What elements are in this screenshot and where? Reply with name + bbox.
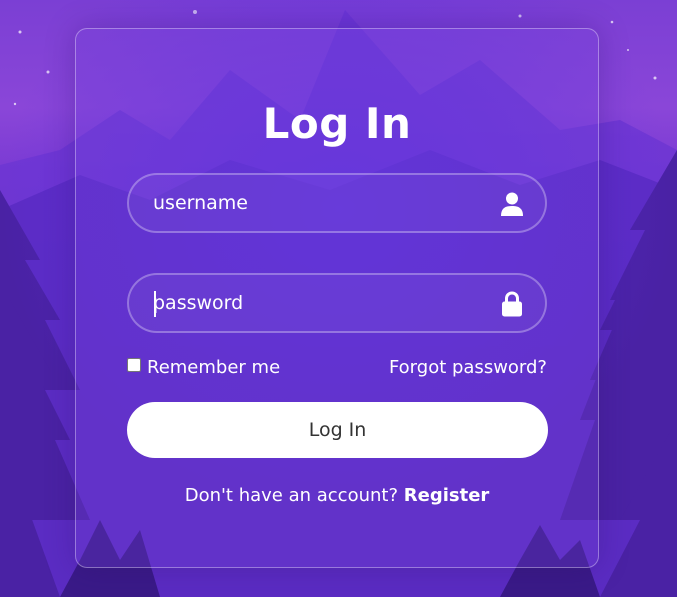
login-button[interactable]: Log In: [127, 402, 548, 458]
lock-icon: [502, 291, 522, 317]
user-icon: [501, 192, 523, 216]
remember-label: Remember me: [147, 357, 281, 378]
username-field-wrapper: [127, 173, 547, 233]
username-input[interactable]: [153, 175, 483, 231]
password-field-wrapper: [127, 273, 547, 333]
forgot-password-link[interactable]: Forgot password?: [389, 357, 547, 378]
text-cursor: [154, 291, 156, 317]
register-prompt-text: Don't have an account?: [184, 485, 399, 506]
remember-me[interactable]: Remember me: [127, 357, 280, 378]
remember-checkbox[interactable]: [127, 357, 141, 372]
register-link[interactable]: Register: [404, 485, 490, 506]
register-prompt: Don't have an account? Register: [76, 485, 598, 506]
page-title: Log In: [262, 99, 412, 148]
password-input[interactable]: [153, 275, 483, 331]
login-card: Log In Remember me Forgot password? Log …: [75, 28, 599, 568]
